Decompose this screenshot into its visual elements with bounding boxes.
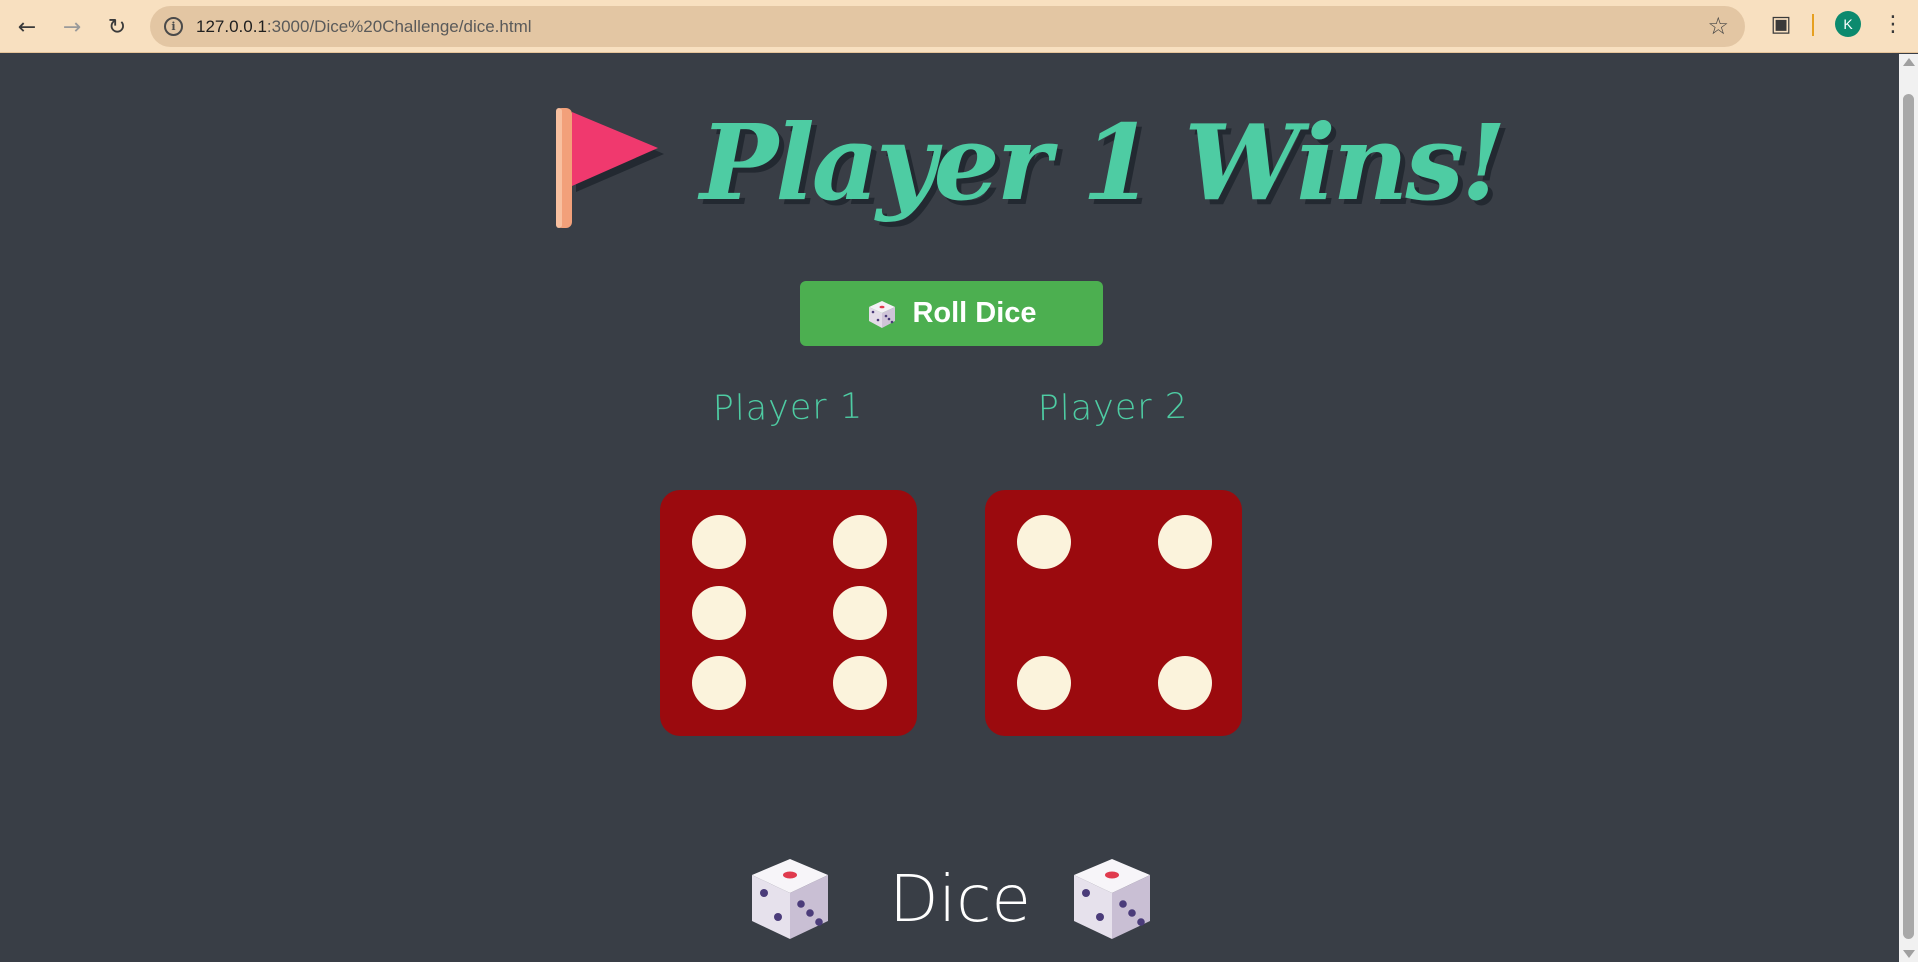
browser-toolbar: ← → ↻ i 127.0.0.1:3000/Dice%20Challenge/… — [0, 0, 1918, 53]
site-info-icon[interactable]: i — [164, 17, 183, 36]
scroll-up-arrow-icon[interactable] — [1903, 58, 1915, 66]
die-pip — [1158, 515, 1212, 569]
roll-dice-label: Roll Dice — [912, 297, 1037, 329]
die-pip — [692, 656, 746, 710]
result-heading: Player 1 Wins! — [540, 90, 1507, 240]
die-pip — [833, 656, 887, 710]
forward-arrow-icon[interactable]: → — [56, 11, 88, 43]
die-pip — [833, 586, 887, 640]
bookmark-star-icon[interactable]: ☆ — [1707, 12, 1729, 40]
url-text[interactable]: 127.0.0.1:3000/Dice%20Challenge/dice.htm… — [196, 6, 532, 47]
game-die-icon — [752, 859, 828, 939]
game-die-icon — [1074, 859, 1150, 939]
url-path: :3000/Dice%20Challenge/dice.html — [266, 17, 532, 36]
address-bar[interactable]: i 127.0.0.1:3000/Dice%20Challenge/dice.h… — [150, 6, 1745, 47]
back-arrow-icon[interactable]: ← — [11, 11, 43, 43]
scroll-thumb[interactable] — [1903, 94, 1914, 939]
player-1-die — [660, 490, 917, 736]
footer: Dice — [740, 850, 1180, 950]
die-pip — [1158, 656, 1212, 710]
die-pip — [692, 515, 746, 569]
scroll-down-arrow-icon[interactable] — [1903, 950, 1915, 958]
page-title: Player 1 Wins! — [700, 101, 1507, 224]
reload-icon[interactable]: ↻ — [101, 11, 133, 43]
page-scrollbar[interactable] — [1899, 54, 1918, 962]
kebab-menu-icon[interactable]: ⋮ — [1880, 10, 1906, 40]
footer-title: Dice — [889, 863, 1031, 937]
die-pip — [833, 515, 887, 569]
die-pip — [692, 586, 746, 640]
die-pip — [1017, 515, 1071, 569]
player-2-label: Player 2 — [1037, 386, 1189, 430]
die-pip — [1017, 656, 1071, 710]
url-host: 127.0.0.1 — [196, 17, 267, 36]
triangular-flag-icon — [556, 108, 664, 228]
roll-dice-button[interactable]: Roll Dice — [800, 281, 1103, 346]
game-die-icon — [869, 300, 896, 328]
player-2-die — [985, 490, 1242, 736]
extensions-puzzle-icon[interactable]: ▣ — [1766, 10, 1796, 40]
profile-avatar[interactable]: K — [1835, 11, 1861, 37]
toolbar-divider — [1812, 14, 1814, 36]
player-1-label: Player 1 — [712, 386, 864, 430]
